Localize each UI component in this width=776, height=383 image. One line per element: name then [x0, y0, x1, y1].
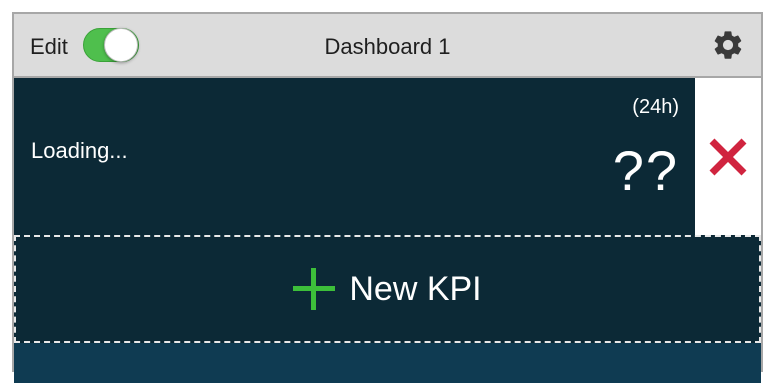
- kpi-period: (24h): [632, 96, 679, 118]
- new-kpi-button[interactable]: New KPI: [14, 235, 761, 343]
- new-kpi-label: New KPI: [349, 269, 482, 308]
- dashboard-frame: Edit Dashboard 1 (24h) Loading... ?? New…: [12, 12, 763, 383]
- delete-kpi-button[interactable]: [695, 78, 761, 235]
- kpi-status: Loading...: [31, 138, 128, 163]
- plus-icon: [293, 268, 336, 310]
- close-icon[interactable]: [708, 137, 748, 177]
- next-tile-strip: [14, 343, 761, 383]
- dashboard-header: Edit Dashboard 1: [14, 14, 761, 78]
- kpi-card[interactable]: (24h) Loading... ??: [14, 78, 695, 235]
- gear-icon[interactable]: [711, 28, 745, 62]
- kpi-value: ??: [612, 139, 679, 202]
- dashboard-title: Dashboard 1: [324, 34, 451, 59]
